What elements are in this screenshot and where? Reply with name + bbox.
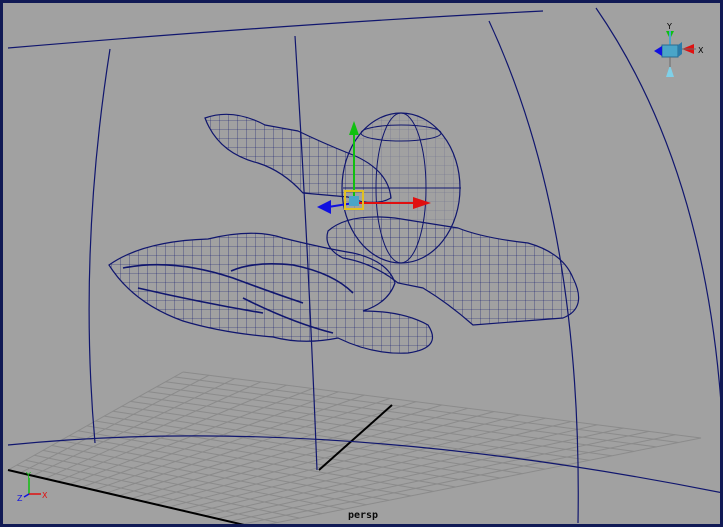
manip-z-handle xyxy=(317,200,331,214)
view-cube-face[interactable] xyxy=(661,44,679,58)
ground-grid xyxy=(7,371,702,524)
perspective-viewport[interactable]: Y X Y Z X persp xyxy=(0,0,723,527)
scene-canvas[interactable] xyxy=(3,3,723,527)
axis-triad-x-label: X xyxy=(42,491,48,500)
view-cube-y-label: Y xyxy=(666,22,672,31)
axis-triad-y-label: Y xyxy=(25,472,31,480)
axis-triad-z-label: Z xyxy=(17,494,23,502)
wireframe-model[interactable] xyxy=(108,112,580,354)
camera-label: persp xyxy=(347,510,379,521)
manip-y-handle xyxy=(349,121,359,135)
view-cube-z-arrow[interactable] xyxy=(654,46,662,56)
view-cube[interactable]: Y X xyxy=(646,19,712,81)
axis-triad: Y Z X xyxy=(17,472,57,502)
view-cube-x-label: X xyxy=(698,46,704,55)
